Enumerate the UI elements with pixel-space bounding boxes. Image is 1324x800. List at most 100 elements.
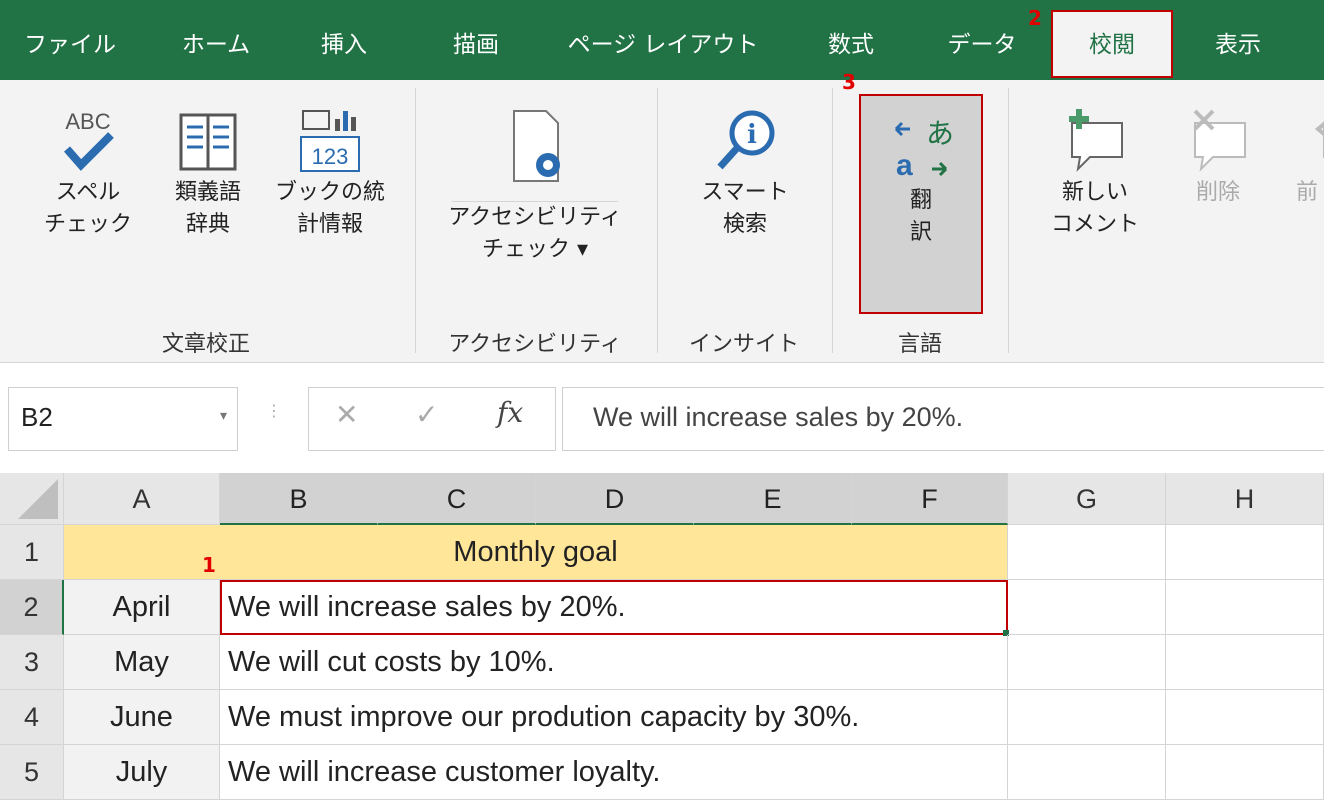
tab-data[interactable]: データ xyxy=(948,0,1017,80)
svg-text:あ: あ xyxy=(926,117,954,150)
spelling-button[interactable]: ABC スペル チェック xyxy=(40,105,136,241)
translate-button-content: あ a 翻 訳 xyxy=(860,113,982,249)
group-label-accessibility: アクセシビリティ xyxy=(448,332,622,357)
row-header-1[interactable]: 1 xyxy=(0,525,64,580)
tab-formulas[interactable]: 数式 xyxy=(828,0,874,80)
cell-g2[interactable] xyxy=(1008,580,1166,635)
thesaurus-button[interactable]: 類義語 辞典 xyxy=(160,105,256,241)
new-comment-button[interactable]: 新しい コメント xyxy=(1045,105,1145,241)
cell-h3[interactable] xyxy=(1166,635,1324,690)
smart-lookup-label-2: 検索 xyxy=(722,212,767,237)
translate-label-1: 翻 xyxy=(909,188,932,213)
tab-review[interactable]: 校閲 xyxy=(1051,10,1173,78)
previous-comment-icon xyxy=(1314,121,1324,158)
cell-a5[interactable]: July xyxy=(64,745,220,800)
accessibility-check-label-1: アクセシビリティ xyxy=(448,205,622,230)
group-separator xyxy=(832,88,833,353)
cell-h1[interactable] xyxy=(1166,525,1324,580)
tab-home[interactable]: ホーム xyxy=(182,0,250,80)
smart-lookup-button[interactable]: i スマート 検索 xyxy=(690,105,800,241)
row-header-4[interactable]: 4 xyxy=(0,690,64,745)
new-comment-label-1: 新しい xyxy=(1061,180,1128,205)
column-header-c[interactable]: C xyxy=(378,473,536,525)
workbook-stats-label-1: ブックの統 xyxy=(274,180,385,205)
column-header-b[interactable]: B xyxy=(220,473,378,525)
row-header-3[interactable]: 3 xyxy=(0,635,64,690)
workbook-statistics-button[interactable]: 123 ブックの統 計情報 xyxy=(270,105,390,241)
column-header-h[interactable]: H xyxy=(1166,473,1324,525)
previous-comment-button[interactable]: 前 xyxy=(1296,105,1324,209)
name-box[interactable]: B2 ▾ xyxy=(8,387,238,451)
translate-button[interactable]: あ a 翻 訳 xyxy=(859,94,983,314)
cell-b3[interactable]: We will cut costs by 10%. xyxy=(220,635,1008,690)
new-comment-icon xyxy=(1069,109,1123,172)
new-comment-label-2: コメント xyxy=(1050,212,1139,237)
formula-buttons: ✕ ✓ fx xyxy=(308,387,556,451)
smart-lookup-icon: i xyxy=(717,110,775,170)
cell-b5[interactable]: We will increase customer loyalty. xyxy=(220,745,1008,800)
tab-insert[interactable]: 挿入 xyxy=(321,0,367,80)
group-label-language: 言語 xyxy=(897,332,943,357)
delete-comment-button[interactable]: 削除 xyxy=(1170,105,1266,209)
accessibility-check-button[interactable]: アクセシビリティ チェック ▾ xyxy=(440,105,630,266)
group-label-insights: インサイト xyxy=(688,332,800,357)
svg-text:123: 123 xyxy=(312,144,349,169)
cell-a3[interactable]: May xyxy=(64,635,220,690)
cell-b2-selected[interactable]: We will increase sales by 20%. xyxy=(220,580,1008,635)
cell-h5[interactable] xyxy=(1166,745,1324,800)
formula-bar: B2 ▾ ⋮ ✕ ✓ fx We will increase sales by … xyxy=(0,363,1324,473)
row-header-5[interactable]: 5 xyxy=(0,745,64,800)
previous-comment-label: 前 xyxy=(1296,180,1319,205)
svg-text:ABC: ABC xyxy=(65,109,110,134)
tab-page-layout[interactable]: ページ レイアウト xyxy=(568,0,759,80)
select-all-corner[interactable] xyxy=(0,473,64,525)
tab-view[interactable]: 表示 xyxy=(1215,0,1261,80)
column-header-d[interactable]: D xyxy=(536,473,694,525)
chevron-down-icon[interactable]: ▾ xyxy=(220,408,227,424)
accessibility-check-label-2: チェック ▾ xyxy=(481,237,589,262)
column-header-g[interactable]: G xyxy=(1008,473,1166,525)
cell-g3[interactable] xyxy=(1008,635,1166,690)
cell-g4[interactable] xyxy=(1008,690,1166,745)
delete-comment-label: 削除 xyxy=(1195,180,1240,205)
review-ribbon: ABC スペル チェック 類義語 辞典 123 ブックの統 計情報 文章校正 ア… xyxy=(0,70,1324,363)
tab-draw[interactable]: 描画 xyxy=(453,0,499,80)
insert-function-icon[interactable]: fx xyxy=(497,396,523,429)
group-separator xyxy=(657,88,658,353)
smart-lookup-label-1: スマート xyxy=(701,180,789,205)
svg-text:i: i xyxy=(747,120,757,150)
worksheet-grid: A B C D E F G H 1 2 3 4 5 Monthly goal 1… xyxy=(0,473,1324,800)
column-header-a[interactable]: A xyxy=(64,473,220,525)
cell-h2[interactable] xyxy=(1166,580,1324,635)
svg-text:a: a xyxy=(896,149,913,182)
tab-file[interactable]: ファイル xyxy=(24,0,116,80)
cancel-icon[interactable]: ✕ xyxy=(335,398,358,431)
spelling-label-2: チェック xyxy=(43,212,132,237)
accessibility-document-icon xyxy=(513,110,560,182)
translate-label-2: 訳 xyxy=(909,220,932,245)
cell-h4[interactable] xyxy=(1166,690,1324,745)
step-marker-2: 2 xyxy=(1028,6,1042,30)
ribbon-tab-bar: ファイル ホーム 挿入 描画 ページ レイアウト 数式 データ 校閲 表示 2 xyxy=(0,0,1324,80)
thesaurus-label-1: 類義語 xyxy=(174,180,241,205)
thesaurus-label-2: 辞典 xyxy=(185,212,230,237)
workbook-stats-label-2: 計情報 xyxy=(296,212,363,237)
grip-icon[interactable]: ⋮ xyxy=(266,401,282,420)
step-marker-1: 1 xyxy=(202,553,216,577)
formula-input[interactable]: We will increase sales by 20%. xyxy=(562,387,1324,451)
formula-text: We will increase sales by 20%. xyxy=(593,402,964,432)
statistics-icon: 123 xyxy=(300,110,360,172)
cell-g1[interactable] xyxy=(1008,525,1166,580)
column-header-e[interactable]: E xyxy=(694,473,852,525)
cell-g5[interactable] xyxy=(1008,745,1166,800)
row-header-2[interactable]: 2 xyxy=(0,580,64,635)
delete-comment-icon xyxy=(1193,109,1246,172)
cell-a4[interactable]: June xyxy=(64,690,220,745)
group-separator xyxy=(415,88,416,353)
group-label-proofing: 文章校正 xyxy=(161,332,251,357)
column-header-f[interactable]: F xyxy=(852,473,1008,525)
cell-b4[interactable]: We must improve our prodution capacity b… xyxy=(220,690,1008,745)
translate-icon: あ a xyxy=(894,117,954,182)
enter-icon[interactable]: ✓ xyxy=(415,398,438,431)
cell-a2[interactable]: April xyxy=(64,580,220,635)
